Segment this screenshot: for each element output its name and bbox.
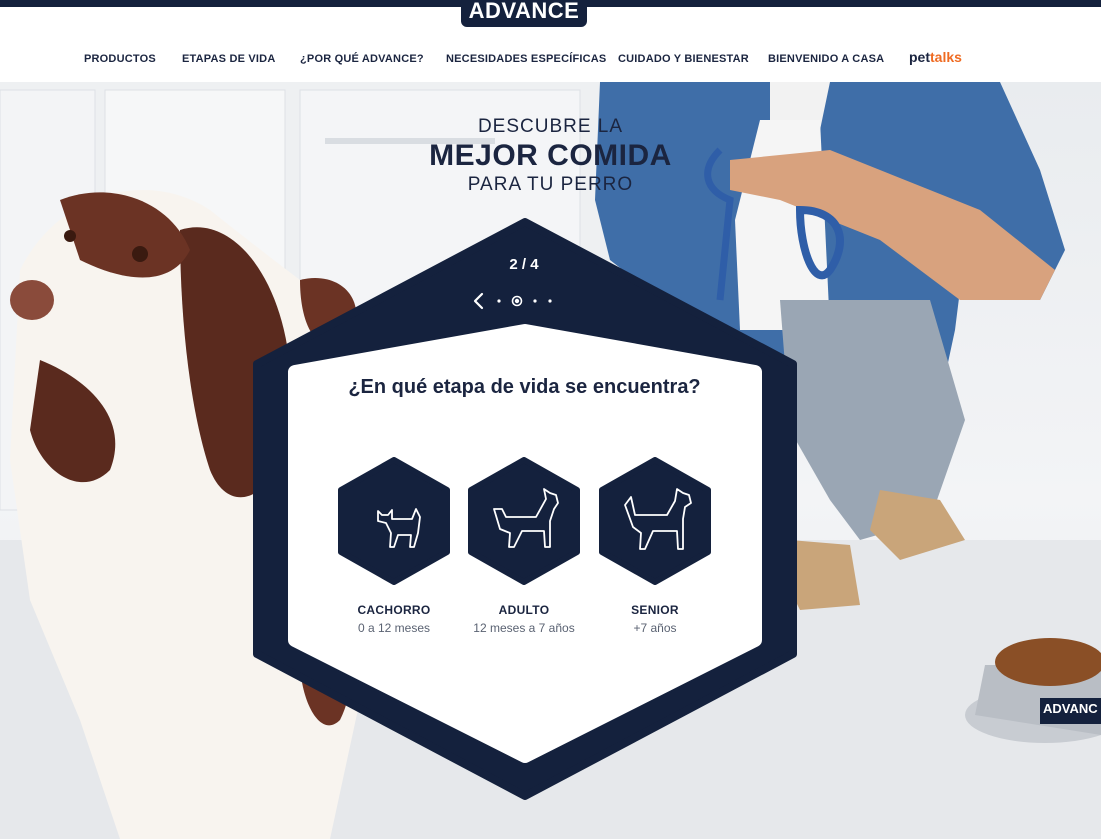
adult-dog-icon (468, 457, 580, 585)
stage-range: +7 años (633, 621, 677, 635)
senior-dog-icon (599, 457, 711, 585)
stage-name: ADULTO (498, 603, 550, 617)
stage-option-adulto[interactable]: ADULTO 12 meses a 7 años (454, 457, 594, 635)
stage-option-senior[interactable]: SENIOR +7 años (585, 457, 725, 635)
carousel-dot[interactable] (548, 299, 552, 303)
stage-range: 0 a 12 meses (357, 621, 431, 635)
stage-name: CACHORRO (357, 603, 431, 617)
carousel-dots[interactable] (494, 292, 558, 310)
puppy-icon (338, 457, 450, 585)
carousel-dot[interactable] (533, 299, 537, 303)
stage-name: SENIOR (631, 603, 679, 617)
carousel-prev-arrow-icon[interactable] (470, 291, 488, 311)
stage-range: 12 meses a 7 años (473, 621, 575, 635)
hex-panel (253, 218, 797, 800)
carousel-counter: 2 / 4 (509, 256, 539, 273)
life-stage-question: ¿En qué etapa de vida se encuentra? (348, 376, 701, 398)
carousel-dot[interactable] (497, 299, 501, 303)
stage-option-cachorro[interactable]: CACHORRO 0 a 12 meses (324, 457, 464, 635)
